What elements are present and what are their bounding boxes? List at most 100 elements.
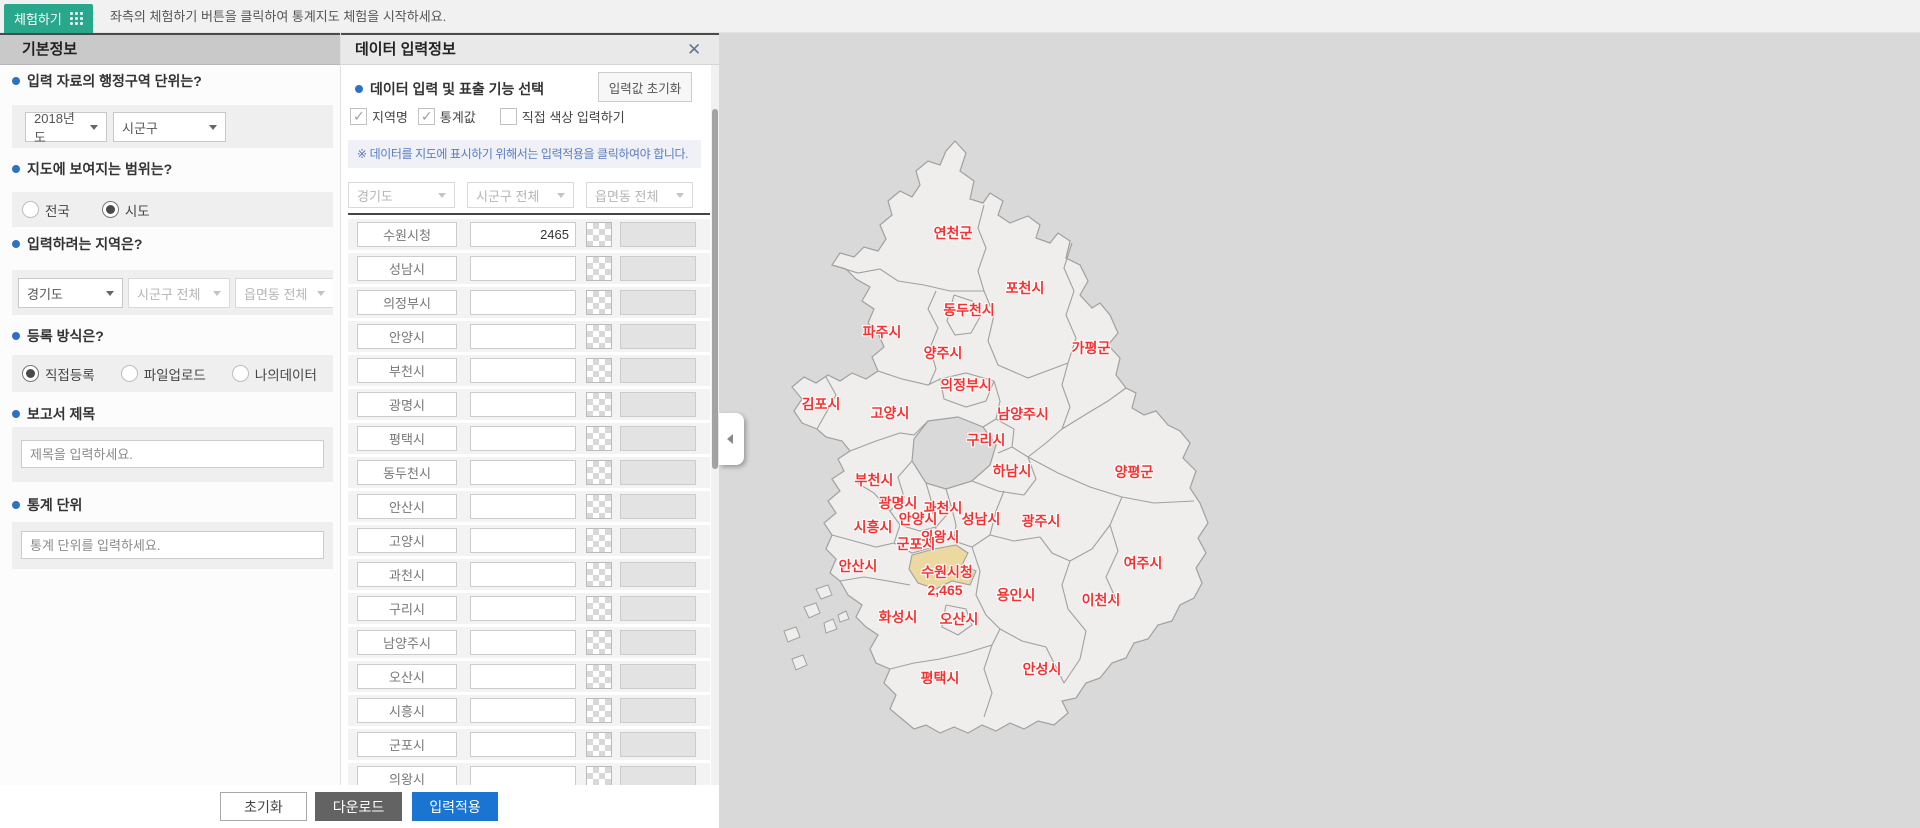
map-region-label: 김포시: [801, 396, 841, 412]
emd-select-value: 읍면동 전체: [244, 286, 308, 302]
table-row: [348, 253, 710, 284]
region-value-input[interactable]: [470, 460, 576, 485]
checkbox-checked-icon[interactable]: [350, 108, 367, 125]
radio-label: 직접등록: [45, 367, 95, 383]
radio-option-파일업로드[interactable]: 파일업로드: [120, 364, 206, 384]
region-value-input[interactable]: [470, 630, 576, 655]
region-value-input[interactable]: [470, 562, 576, 587]
close-icon[interactable]: ✕: [687, 41, 705, 59]
pattern-swatch[interactable]: [586, 698, 612, 723]
admin-level-select[interactable]: 시군구: [113, 112, 226, 142]
color-input-disabled: [620, 732, 696, 757]
radio-option-나의데이터[interactable]: 나의데이터: [231, 364, 317, 384]
map-area[interactable]: 연천군 포천시 동두천시 파주시 가평군 양주시 의정부시 김포시 고양시 남양주시 구리시 하남시 양…: [728, 33, 1920, 828]
map-region-label: 오산시: [939, 611, 979, 627]
region-name-input[interactable]: [357, 222, 457, 247]
map-region-label: 화성시: [878, 609, 918, 625]
pattern-swatch[interactable]: [586, 256, 612, 281]
try-service-button[interactable]: 체험하기: [4, 4, 93, 33]
pattern-swatch[interactable]: [586, 562, 612, 587]
gyeonggi-map-svg: [783, 140, 1209, 734]
region-value-input[interactable]: [470, 528, 576, 553]
region-value-input[interactable]: [470, 698, 576, 723]
region-value-input[interactable]: [470, 426, 576, 451]
region-value-input[interactable]: [470, 324, 576, 349]
pattern-swatch[interactable]: [586, 222, 612, 247]
pattern-swatch[interactable]: [586, 392, 612, 417]
pattern-swatch[interactable]: [586, 358, 612, 383]
table-row: [348, 219, 710, 250]
region-name-input[interactable]: [357, 426, 457, 451]
pattern-swatch[interactable]: [586, 766, 612, 785]
region-name-input[interactable]: [357, 324, 457, 349]
region-value-input[interactable]: [470, 392, 576, 417]
region-value-input[interactable]: [470, 290, 576, 315]
stat-unit-box: [12, 522, 333, 569]
region-name-input[interactable]: [357, 528, 457, 553]
region-name-input[interactable]: [357, 732, 457, 757]
radio-option-전국[interactable]: 전국: [22, 200, 70, 220]
sigungu-select-value: 시군구 전체: [137, 286, 201, 302]
bullet-icon: [355, 85, 363, 93]
chevron-down-icon: [209, 125, 217, 134]
pattern-swatch[interactable]: [586, 460, 612, 485]
checkbox-option-통계값[interactable]: 통계값: [417, 107, 476, 126]
region-name-input[interactable]: [357, 664, 457, 689]
region-name-input[interactable]: [357, 766, 457, 785]
region-value-input[interactable]: [470, 664, 576, 689]
region-value-input[interactable]: [470, 256, 576, 281]
stat-unit-input[interactable]: [21, 531, 324, 559]
checkbox-unchecked-icon[interactable]: [499, 108, 517, 125]
sido-select[interactable]: 경기도: [18, 278, 123, 308]
radio-option-시도[interactable]: 시도: [101, 200, 150, 220]
region-name-input[interactable]: [357, 698, 457, 723]
region-name-input[interactable]: [357, 392, 457, 417]
radio-circle-icon[interactable]: [22, 365, 39, 382]
scrollbar-thumb[interactable]: [712, 109, 718, 469]
chevron-down-icon: [438, 193, 446, 202]
region-value-input[interactable]: [470, 732, 576, 757]
region-name-input[interactable]: [357, 460, 457, 485]
pattern-swatch[interactable]: [586, 630, 612, 655]
year-select[interactable]: 2018년도: [25, 111, 107, 145]
table-row: [348, 559, 710, 590]
pattern-swatch[interactable]: [586, 290, 612, 315]
checkbox-option-지역명[interactable]: 지역명: [350, 107, 408, 126]
pattern-swatch[interactable]: [586, 426, 612, 451]
radio-circle-icon[interactable]: [101, 201, 119, 218]
radio-circle-icon[interactable]: [120, 365, 138, 382]
checkbox-checked-icon[interactable]: [417, 108, 435, 125]
radio-circle-icon[interactable]: [231, 365, 249, 382]
report-title-input[interactable]: [21, 440, 324, 468]
region-name-input[interactable]: [357, 630, 457, 655]
pattern-swatch[interactable]: [586, 664, 612, 689]
pattern-swatch[interactable]: [586, 528, 612, 553]
radio-circle-icon[interactable]: [22, 201, 39, 218]
map-region-label: 성남시: [961, 511, 1001, 527]
region-value-input[interactable]: [470, 494, 576, 519]
radio-option-직접등록[interactable]: 직접등록: [22, 364, 95, 384]
region-value-input[interactable]: [470, 222, 576, 247]
sigungu-select: 시군구 전체: [128, 278, 230, 308]
download-button[interactable]: 다운로드: [315, 792, 402, 821]
region-value-input[interactable]: [470, 358, 576, 383]
apply-button[interactable]: 입력적용: [412, 792, 498, 821]
region-name-input[interactable]: [357, 256, 457, 281]
region-name-input[interactable]: [357, 358, 457, 383]
region-value-input[interactable]: [470, 766, 576, 785]
reset-button[interactable]: 초기화: [220, 792, 307, 821]
checkbox-option-직접 색상 입력하기[interactable]: 직접 색상 입력하기: [499, 107, 625, 126]
region-name-input[interactable]: [357, 562, 457, 587]
region-name-input[interactable]: [357, 494, 457, 519]
pattern-swatch[interactable]: [586, 596, 612, 621]
pattern-swatch[interactable]: [586, 324, 612, 349]
top-bar: 체험하기 좌측의 체험하기 버튼을 클릭하여 통계지도 체험을 시작하세요.: [0, 0, 1920, 33]
region-value-input[interactable]: [470, 596, 576, 621]
pattern-swatch[interactable]: [586, 494, 612, 519]
scrollbar-track[interactable]: [711, 65, 719, 785]
region-name-input[interactable]: [357, 596, 457, 621]
checkbox-label: 통계값: [439, 110, 476, 125]
pattern-swatch[interactable]: [586, 732, 612, 757]
reset-values-button[interactable]: 입력값 초기화: [598, 72, 692, 102]
region-name-input[interactable]: [357, 290, 457, 315]
